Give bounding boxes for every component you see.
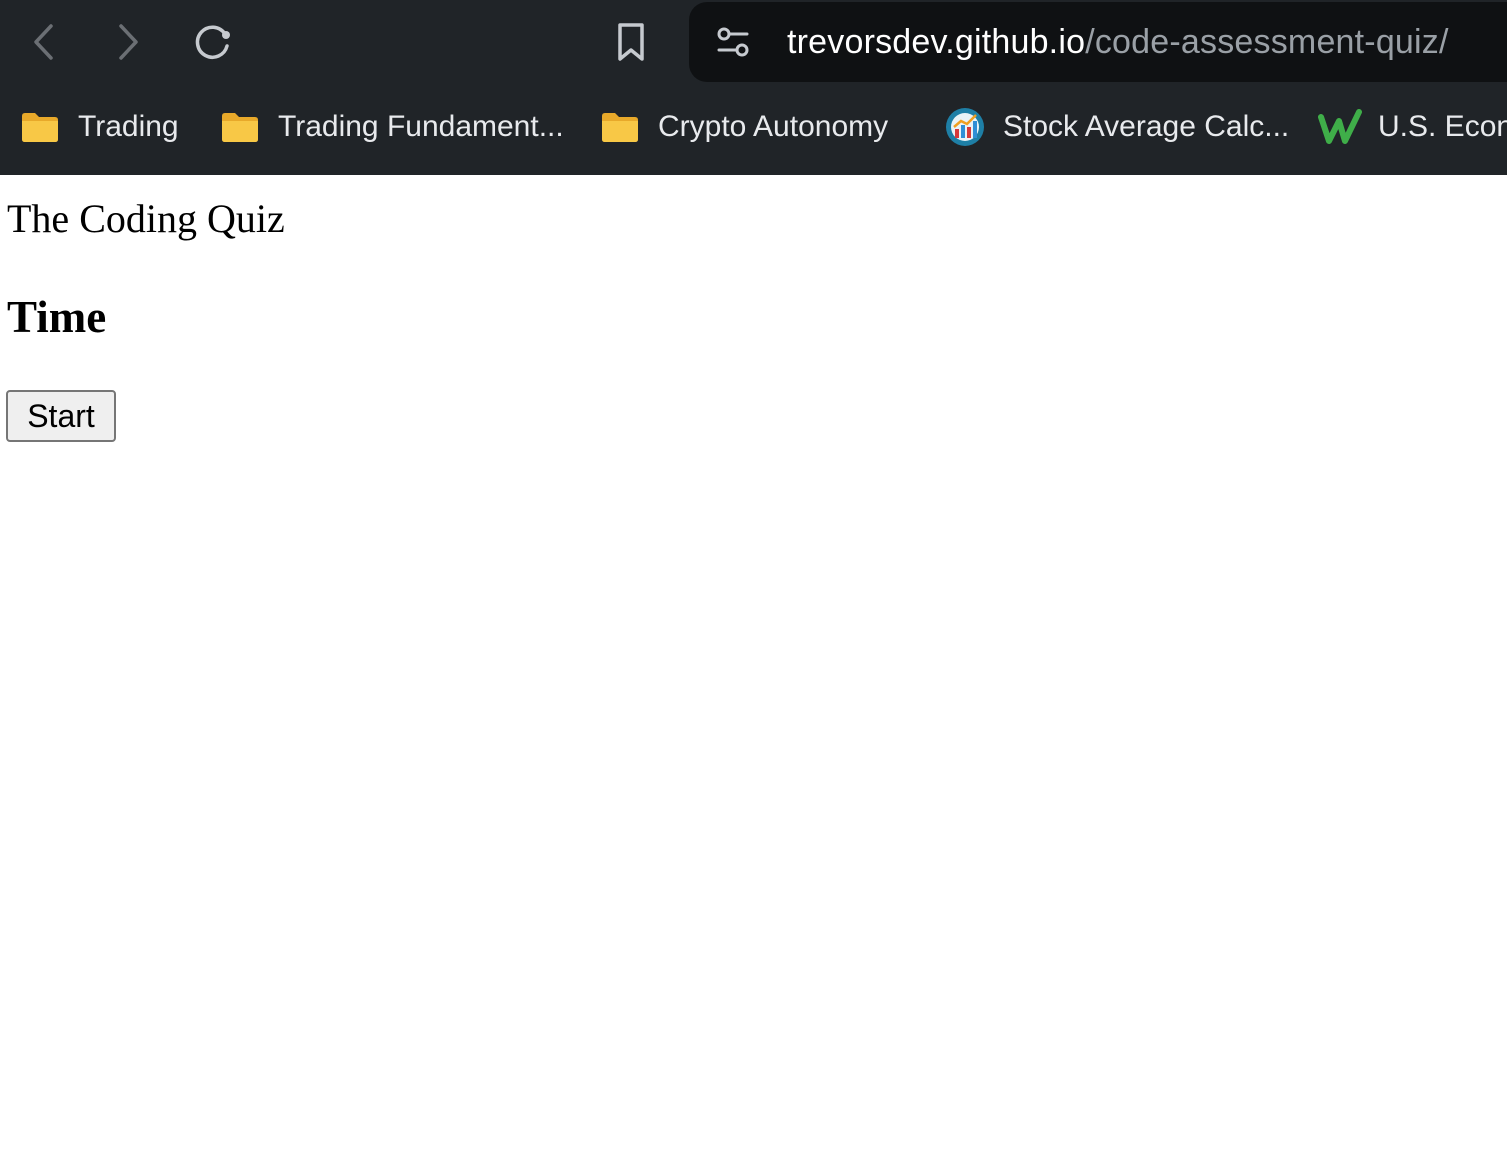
chevron-right-icon (119, 24, 138, 60)
bookmark-folder-trading-fundamentals[interactable]: Trading Fundament... (218, 102, 564, 152)
reload-icon (195, 25, 230, 59)
bookmark-label: Trading Fundament... (278, 110, 564, 143)
bookmark-icon (618, 23, 644, 61)
address-bar[interactable]: trevorsdev.github.io/code-assessment-qui… (689, 2, 1507, 82)
page-content: The Coding Quiz Time Start (0, 175, 1507, 1175)
url-host: trevorsdev.github.io (787, 23, 1086, 61)
bookmark-label: Trading (78, 110, 179, 143)
bookmark-folder-trading[interactable]: Trading (18, 102, 179, 152)
forward-button[interactable] (104, 18, 152, 66)
bookmark-us-economy[interactable]: U.S. Econo (1318, 102, 1507, 152)
bookmark-stock-average-calc[interactable]: Stock Average Calc... (943, 102, 1289, 152)
bookmark-label: U.S. Econo (1378, 110, 1507, 143)
folder-icon (598, 107, 642, 147)
browser-toolbar: trevorsdev.github.io/code-assessment-qui… (0, 0, 1507, 86)
chart-favicon-icon (943, 107, 987, 147)
browser-chrome: trevorsdev.github.io/code-assessment-qui… (0, 0, 1507, 175)
url-path: /code-assessment-quiz/ (1085, 23, 1449, 61)
bookmark-label: Stock Average Calc... (1003, 110, 1290, 143)
folder-icon (18, 107, 62, 147)
url-text[interactable]: trevorsdev.github.io/code-assessment-qui… (787, 20, 1449, 64)
tune-icon (717, 27, 749, 57)
chevron-left-icon (34, 24, 53, 60)
bookmark-folder-crypto-autonomy[interactable]: Crypto Autonomy (598, 102, 888, 152)
bookmark-page-button[interactable] (607, 18, 655, 66)
folder-icon (218, 107, 262, 147)
start-button[interactable]: Start (6, 390, 116, 442)
bookmarks-bar: Trading Trading Fundament... Crypto Auto… (0, 94, 1507, 160)
reload-button[interactable] (188, 18, 236, 66)
site-settings-button[interactable] (711, 22, 755, 62)
back-button[interactable] (20, 18, 68, 66)
page-title: The Coding Quiz (7, 196, 285, 241)
timer-heading: Time (7, 292, 107, 342)
w-favicon-icon (1318, 107, 1362, 147)
bookmark-label: Crypto Autonomy (658, 110, 889, 143)
